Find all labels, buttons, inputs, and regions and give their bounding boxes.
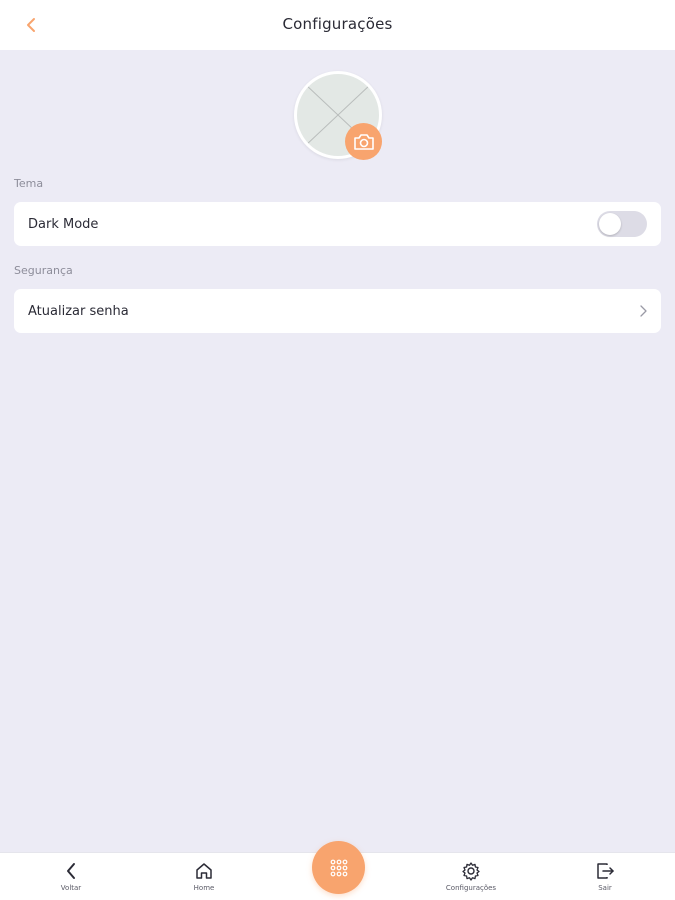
nav-back-label: Voltar <box>60 884 82 892</box>
dark-mode-label: Dark Mode <box>28 216 99 232</box>
home-icon <box>194 861 214 881</box>
menu-fab-button[interactable] <box>312 841 365 894</box>
update-password-row[interactable]: Atualizar senha <box>14 289 661 333</box>
nav-logout[interactable]: Sair <box>565 853 645 900</box>
logout-icon <box>595 861 615 881</box>
nav-settings-label: Configurações <box>445 884 497 892</box>
page-title: Configurações <box>282 15 393 33</box>
chevron-left-icon <box>65 861 77 881</box>
dark-mode-toggle[interactable] <box>597 211 647 237</box>
profile-avatar-area <box>294 71 382 160</box>
nav-settings[interactable]: Configurações <box>431 853 511 900</box>
chevron-right-icon <box>639 305 647 317</box>
nav-home-label: Home <box>193 884 215 892</box>
nav-back[interactable]: Voltar <box>31 853 111 900</box>
security-section-label: Segurança <box>14 264 73 277</box>
nav-logout-label: Sair <box>598 884 612 892</box>
update-password-label: Atualizar senha <box>28 303 129 319</box>
grid-icon <box>330 859 347 876</box>
top-app-bar: Configurações <box>0 0 675 50</box>
camera-icon <box>353 133 374 150</box>
dark-mode-row: Dark Mode <box>14 202 661 246</box>
change-photo-button[interactable] <box>345 123 382 160</box>
theme-section-label: Tema <box>14 177 44 190</box>
gear-icon <box>461 861 481 881</box>
nav-home[interactable]: Home <box>164 853 244 900</box>
toggle-knob <box>599 213 621 235</box>
